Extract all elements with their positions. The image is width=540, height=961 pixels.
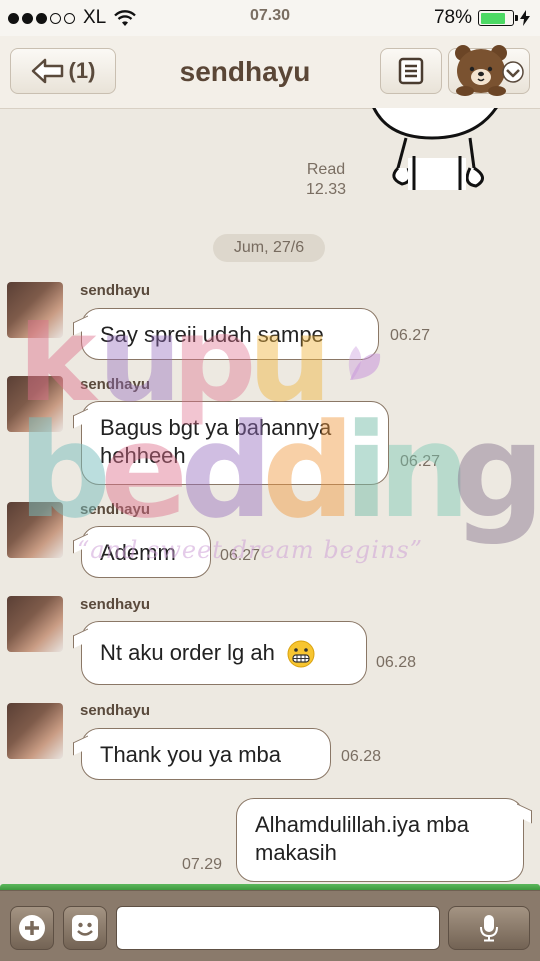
watermark-tagline: “and sweet dream begins” xyxy=(77,536,423,564)
date-separator: Jum, 27/6 xyxy=(213,234,325,262)
outgoing-message-bubble[interactable]: Alhamdulillah.iya mba makasih xyxy=(236,798,524,882)
chat-header: (1) sendhayu xyxy=(0,36,540,109)
message-text: hehheeh xyxy=(100,443,186,468)
sender-name: sendhayu xyxy=(80,596,151,613)
message-time: 06.27 xyxy=(390,327,431,344)
charging-icon xyxy=(520,10,530,26)
message-time: 06.28 xyxy=(341,748,382,765)
message-text: Say spreii udah sampe xyxy=(100,322,324,347)
battery-group: 78% xyxy=(434,7,530,29)
sticker-button[interactable] xyxy=(63,906,107,950)
add-button[interactable] xyxy=(10,906,54,950)
read-receipt: Read 12.33 xyxy=(296,160,356,200)
battery-icon xyxy=(478,10,518,26)
mic-icon xyxy=(480,915,498,942)
grimacing-face-icon xyxy=(287,640,315,668)
menu-button[interactable] xyxy=(380,48,442,94)
message-text: Bagus bgt ya bahannya xyxy=(100,415,332,440)
chat-area[interactable]: Read 12.33 Jum, 27/6 sendhayu Say spreii… xyxy=(0,108,540,890)
sender-name: sendhayu xyxy=(80,282,151,299)
message-bubble[interactable]: Nt aku order lg ah xyxy=(81,621,367,685)
back-button[interactable]: (1) xyxy=(10,48,116,94)
sticker-image xyxy=(372,108,498,190)
read-status: Read xyxy=(306,161,346,178)
message-time: 06.27 xyxy=(400,453,441,470)
message-text: Nt aku order lg ah xyxy=(100,640,275,665)
sender-name: sendhayu xyxy=(80,501,151,518)
message-text: Alhamdulillah.iya mba xyxy=(255,812,469,837)
composer-bar xyxy=(0,890,540,961)
message-text: Thank you ya mba xyxy=(100,742,281,767)
avatar[interactable] xyxy=(7,703,63,759)
status-bar: XL 07.30 78% xyxy=(0,0,540,36)
battery-percent: 78% xyxy=(433,7,472,28)
message-time: 07.29 xyxy=(182,856,223,873)
favorite-button[interactable] xyxy=(448,45,530,96)
avatar[interactable] xyxy=(7,596,63,652)
plus-icon xyxy=(19,915,45,941)
avatar[interactable] xyxy=(7,282,63,338)
message-bubble[interactable]: Bagus bgt ya bahannya hehheeh xyxy=(81,401,389,485)
sender-name: sendhayu xyxy=(80,376,151,393)
message-bubble[interactable]: Thank you ya mba xyxy=(81,728,331,780)
unread-count: (1) xyxy=(68,58,96,83)
read-time: 12.33 xyxy=(305,181,347,198)
avatar[interactable] xyxy=(7,376,63,432)
menu-list-icon xyxy=(398,57,424,85)
sender-name: sendhayu xyxy=(80,702,151,719)
message-time: 06.28 xyxy=(376,654,417,671)
heart-chevron-icon xyxy=(502,61,524,83)
voice-button[interactable] xyxy=(448,906,530,950)
chat-title[interactable]: sendhayu xyxy=(130,56,360,88)
message-input[interactable] xyxy=(116,906,440,950)
message-bubble[interactable]: Say spreii udah sampe xyxy=(81,308,379,360)
sticker-icon xyxy=(72,915,98,941)
back-arrow-icon xyxy=(31,58,63,84)
message-text: makasih xyxy=(255,840,337,865)
